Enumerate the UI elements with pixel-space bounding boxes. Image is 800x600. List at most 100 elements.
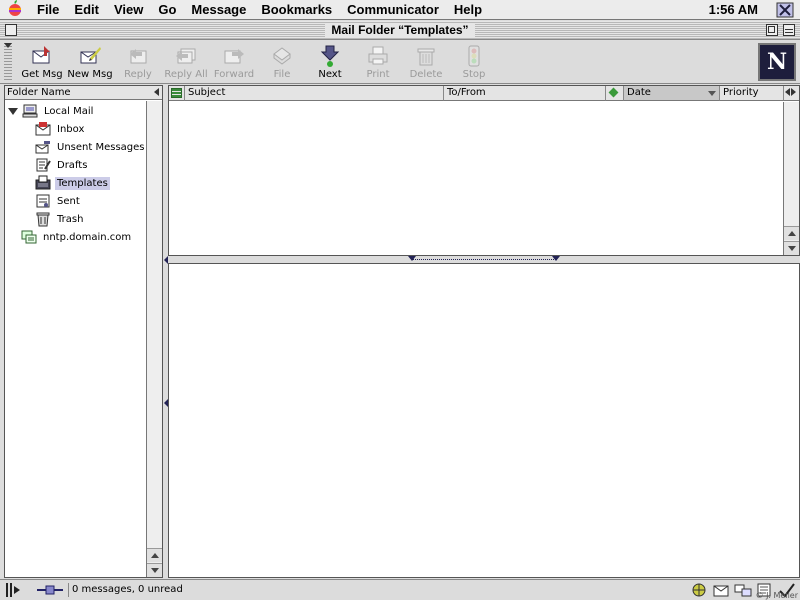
folder-item-trash[interactable]: Trash — [35, 211, 85, 227]
collapse-box[interactable] — [783, 24, 795, 36]
status-grip-icon[interactable] — [4, 581, 24, 599]
get-msg-button[interactable]: Get Msg — [17, 44, 67, 82]
column-header-subject-label: Subject — [188, 87, 226, 98]
get-msg-icon — [32, 46, 50, 64]
sent-icon — [36, 194, 50, 208]
arrow-up-icon — [787, 231, 796, 236]
menu-message[interactable]: Message — [184, 0, 254, 20]
menu-bookmarks[interactable]: Bookmarks — [254, 0, 340, 20]
toolbar-grip[interactable] — [4, 43, 12, 82]
stop-icon — [468, 45, 480, 67]
forward-icon — [224, 49, 244, 64]
file-button[interactable]: File — [257, 44, 307, 82]
arrow-down-icon — [787, 246, 796, 251]
message-preview-pane[interactable] — [168, 263, 800, 578]
thread-toggle[interactable] — [169, 86, 185, 101]
news-server-icon — [21, 230, 37, 244]
menu-edit[interactable]: Edit — [67, 0, 107, 20]
connection-status-icon[interactable] — [36, 583, 64, 597]
folder-item-inbox[interactable]: Inbox — [35, 121, 86, 137]
arrow-down-icon — [150, 568, 159, 573]
trash-icon — [36, 212, 50, 227]
column-right-icon — [791, 88, 796, 96]
computer-icon — [22, 104, 38, 118]
splitter-right-icon — [552, 256, 560, 261]
splitter-grip — [412, 259, 556, 260]
templates-icon — [35, 175, 51, 190]
message-list-scrollbar[interactable] — [783, 102, 799, 255]
new-msg-button[interactable]: New Msg — [65, 44, 115, 82]
collapse-folder-pane-icon[interactable] — [154, 88, 159, 96]
drafts-icon — [36, 158, 51, 172]
netscape-logo-letter: N — [766, 49, 788, 75]
delete-icon — [417, 48, 435, 66]
status-text: 0 messages, 0 unread — [68, 583, 183, 597]
reply-button[interactable]: Reply — [113, 44, 163, 82]
column-header-date[interactable]: Date — [624, 86, 720, 101]
menu-bar: File Edit View Go Message Bookmarks Comm… — [0, 0, 800, 20]
menu-go[interactable]: Go — [151, 0, 184, 20]
folder-item-local-mail[interactable]: Local Mail — [8, 103, 95, 119]
apple-menu-icon[interactable] — [0, 0, 30, 20]
column-expand[interactable] — [784, 86, 799, 101]
column-left-icon — [785, 88, 790, 96]
column-header-to-from-label: To/From — [447, 87, 486, 98]
message-list: Subject To/From Date Priority — [168, 85, 800, 256]
reply-all-button[interactable]: Reply All — [161, 44, 211, 82]
forward-button[interactable]: Forward — [209, 44, 259, 82]
folder-name-header[interactable]: Folder Name — [5, 86, 162, 100]
zoom-box[interactable] — [766, 24, 778, 36]
print-button[interactable]: Print — [353, 44, 403, 82]
next-icon — [320, 45, 340, 67]
column-header-date-label: Date — [627, 87, 651, 98]
window-title: Mail Folder “Templates” — [325, 23, 475, 37]
sort-descending-icon — [708, 91, 716, 96]
scroll-down-button[interactable] — [147, 563, 162, 577]
folder-pane: Folder Name Local Mail Inbox Unsent Mess… — [4, 85, 163, 578]
folder-name-header-label: Folder Name — [7, 87, 71, 98]
read-status-icon — [608, 87, 619, 98]
thread-icon — [171, 88, 182, 98]
reply-icon — [130, 49, 147, 64]
column-header-priority[interactable]: Priority — [720, 86, 784, 101]
application-menu-icon[interactable] — [770, 0, 800, 20]
scroll-down-button[interactable] — [784, 241, 799, 255]
next-button[interactable]: Next — [305, 44, 355, 82]
netscape-logo[interactable]: N — [758, 43, 796, 81]
column-header-subject[interactable]: Subject — [185, 86, 444, 101]
folder-pane-scrollbar[interactable] — [146, 101, 162, 577]
menu-help[interactable]: Help — [447, 0, 490, 20]
scroll-up-button[interactable] — [784, 226, 799, 240]
inbox-icon — [35, 122, 51, 136]
column-header-priority-label: Priority — [723, 87, 759, 98]
reply-all-icon — [176, 48, 196, 64]
disclosure-triangle-icon[interactable] — [8, 107, 18, 115]
folder-item-drafts[interactable]: Drafts — [35, 157, 89, 173]
pane-splitter[interactable] — [168, 256, 800, 263]
column-header-read[interactable] — [606, 86, 624, 101]
folder-item-news-server[interactable]: nntp.domain.com — [21, 229, 133, 245]
folder-item-sent[interactable]: Sent — [35, 193, 82, 209]
navigator-icon[interactable] — [690, 582, 708, 598]
unsent-icon — [35, 141, 50, 154]
menu-file[interactable]: File — [30, 0, 67, 20]
menubar-clock[interactable]: 1:56 AM — [709, 2, 770, 17]
folder-item-templates[interactable]: Templates — [35, 175, 110, 191]
arrow-up-icon — [150, 553, 159, 558]
menu-view[interactable]: View — [107, 0, 151, 20]
toolbar: Get Msg New Msg Reply Reply All Forward … — [0, 41, 800, 84]
menu-communicator[interactable]: Communicator — [340, 0, 447, 20]
discussions-icon[interactable] — [734, 582, 752, 598]
copyright-text: © J. Meller — [755, 591, 798, 600]
column-header-to-from[interactable]: To/From — [444, 86, 606, 101]
stop-button[interactable]: Stop — [449, 44, 499, 82]
file-icon — [273, 47, 291, 65]
window-title-bar[interactable]: Mail Folder “Templates” — [0, 21, 800, 40]
folder-item-unsent-messages[interactable]: Unsent Messages — [35, 139, 147, 155]
close-box[interactable] — [5, 24, 17, 36]
mailbox-icon[interactable] — [712, 582, 730, 598]
status-bar: 0 messages, 0 unread © J. Meller — [0, 579, 800, 600]
delete-button[interactable]: Delete — [401, 44, 451, 82]
scroll-up-button[interactable] — [147, 548, 162, 562]
print-icon — [368, 46, 388, 65]
